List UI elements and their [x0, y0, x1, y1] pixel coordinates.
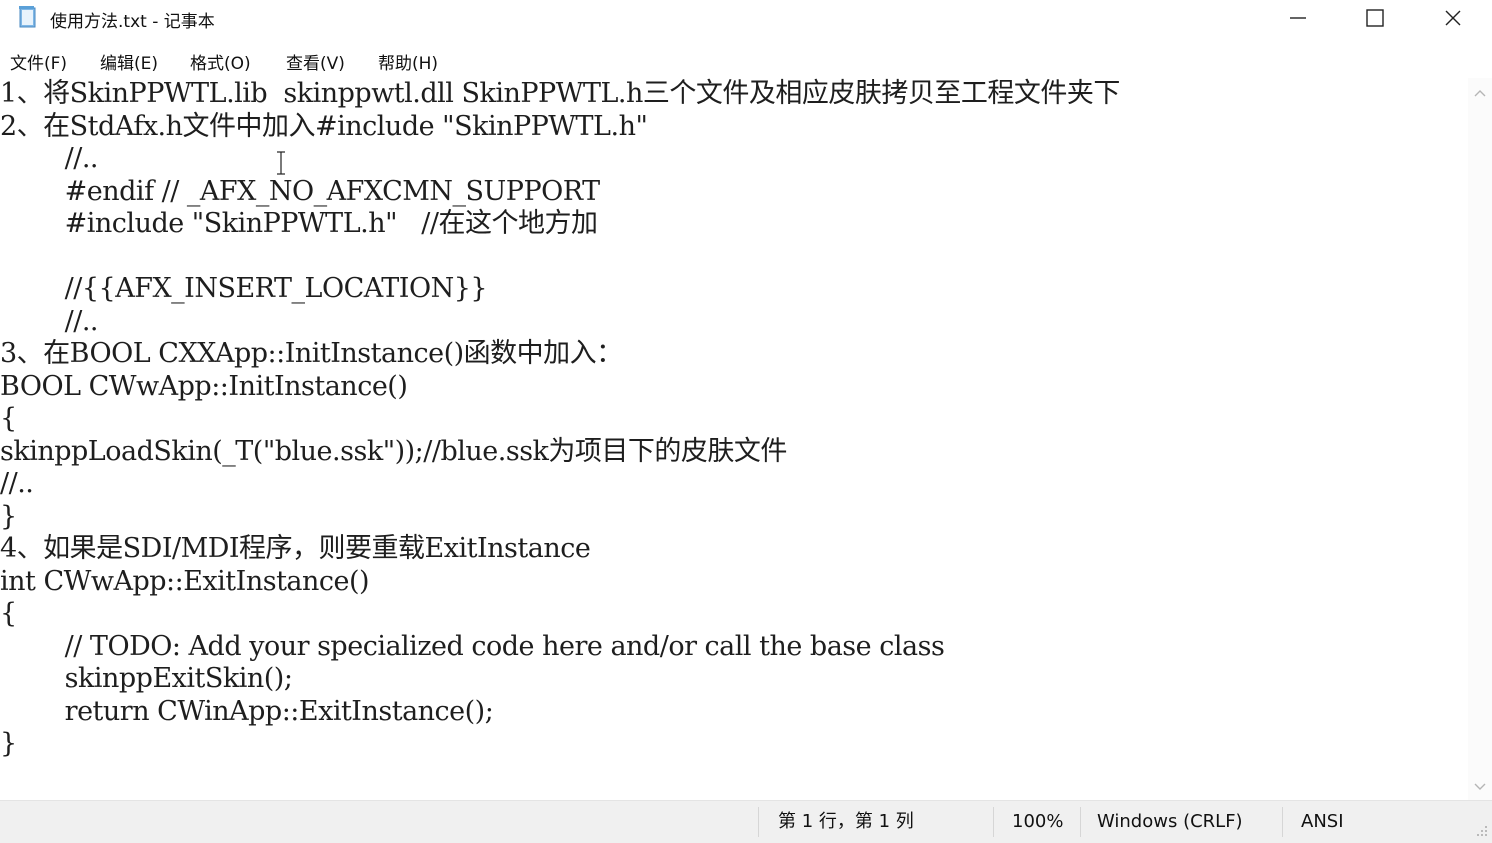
notepad-icon — [19, 6, 36, 28]
text-editor[interactable]: 1、将SkinPPWTL.lib skinppwtl.dll SkinPPWTL… — [0, 78, 1468, 800]
menu-edit[interactable]: 编辑(E) — [100, 49, 158, 74]
menu-file[interactable]: 文件(F) — [10, 49, 67, 74]
editor-line: } — [0, 728, 17, 759]
editor-line: #include "SkinPPWTL.h" //在这个地方加 — [0, 208, 598, 239]
menu-format[interactable]: 格式(O) — [190, 49, 251, 74]
editor-line: { — [0, 598, 17, 629]
maximize-button[interactable] — [1337, 0, 1413, 36]
scroll-down-icon[interactable] — [1474, 782, 1486, 792]
status-cursor-position: 第 1 行，第 1 列 — [778, 811, 914, 832]
maximize-icon — [1366, 9, 1384, 27]
status-divider — [1080, 807, 1081, 837]
editor-line: //{{AFX_INSERT_LOCATION}} — [0, 273, 488, 304]
editor-line: //.. — [0, 468, 34, 499]
close-button[interactable] — [1415, 0, 1491, 36]
menu-help[interactable]: 帮助(H) — [378, 49, 438, 74]
editor-line: skinppLoadSkin(_T("blue.ssk"));//blue.ss… — [0, 436, 787, 467]
minimize-icon — [1290, 17, 1306, 19]
editor-line: //.. — [0, 306, 99, 337]
editor-line: 4、如果是SDI/MDI程序，则要重载ExitInstance — [0, 533, 591, 564]
editor-line: 1、将SkinPPWTL.lib skinppwtl.dll SkinPPWTL… — [0, 78, 1120, 109]
status-divider — [1282, 807, 1283, 837]
editor-line: { — [0, 403, 17, 434]
title-bar[interactable]: 使用方法.txt - 记事本 — [0, 0, 1492, 38]
editor-line: BOOL CWwApp::InitInstance() — [0, 371, 408, 402]
menu-bar: 文件(F) 编辑(E) 格式(O) 查看(V) 帮助(H) — [0, 46, 1492, 76]
status-line-ending: Windows (CRLF) — [1097, 811, 1243, 832]
close-icon — [1445, 10, 1461, 26]
scroll-up-icon[interactable] — [1474, 88, 1486, 98]
editor-line: int CWwApp::ExitInstance() — [0, 566, 370, 597]
editor-line: skinppExitSkin(); — [0, 663, 293, 694]
vertical-scrollbar[interactable] — [1468, 78, 1492, 800]
status-divider — [993, 807, 994, 837]
status-bar: 第 1 行，第 1 列 100% Windows (CRLF) ANSI — [0, 800, 1492, 843]
window-title: 使用方法.txt - 记事本 — [50, 12, 215, 32]
minimize-button[interactable] — [1260, 0, 1336, 36]
editor-line: #endif // _AFX_NO_AFXCMN_SUPPORT — [0, 176, 600, 207]
status-divider — [758, 807, 759, 837]
status-encoding: ANSI — [1301, 811, 1344, 832]
menu-view[interactable]: 查看(V) — [286, 49, 345, 74]
editor-line: //.. — [0, 143, 99, 174]
text-cursor-icon — [277, 151, 285, 175]
resize-grip-icon[interactable] — [1474, 823, 1488, 837]
editor-line: // TODO: Add your specialized code here … — [0, 631, 945, 662]
editor-line: return CWinApp::ExitInstance(); — [0, 696, 494, 727]
status-zoom: 100% — [1012, 811, 1064, 832]
editor-line: 2、在StdAfx.h文件中加入#include "SkinPPWTL.h" — [0, 111, 648, 142]
editor-line: 3、在BOOL CXXApp::InitInstance()函数中加入： — [0, 338, 623, 369]
editor-line: } — [0, 501, 17, 532]
